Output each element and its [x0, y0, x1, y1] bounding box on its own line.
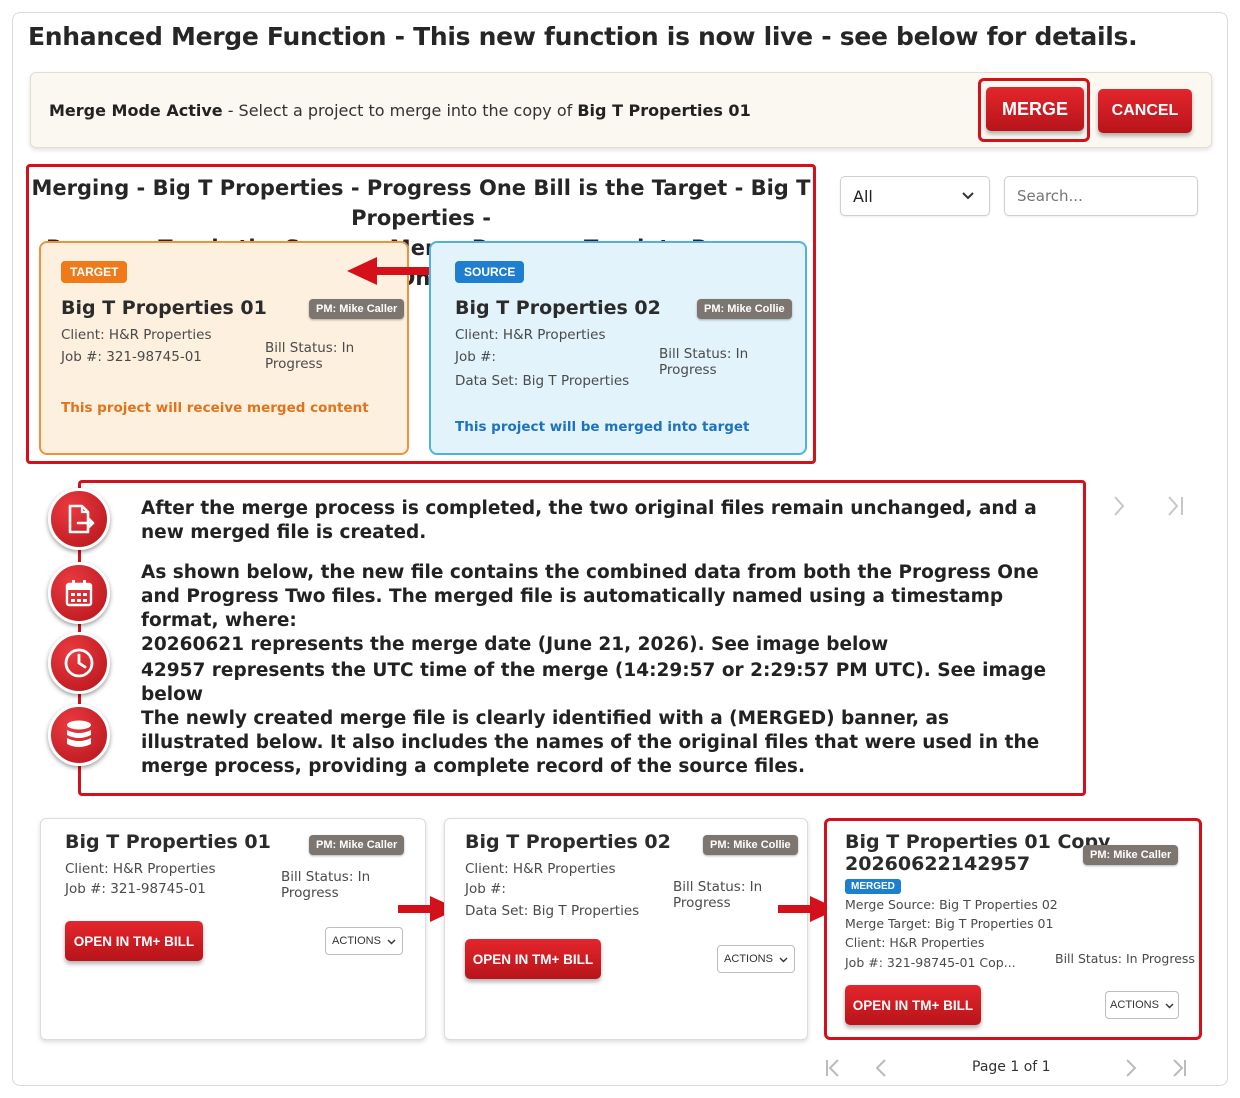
- merged-badge: MERGED: [845, 879, 901, 894]
- next-page-button[interactable]: [1124, 1058, 1138, 1082]
- project-card-2[interactable]: Big T Properties 02 PM: Mike Collie Clie…: [444, 818, 808, 1040]
- open-in-tm-bill-button[interactable]: OPEN IN TM+ BILL: [465, 939, 601, 979]
- info-date-explanation: 20260621 represents the merge date (June…: [141, 634, 889, 655]
- project-card-2-data-set: Data Set: Big T Properties: [465, 903, 640, 919]
- database-icon: [48, 704, 110, 766]
- source-data-set: Data Set: Big T Properties: [455, 373, 630, 389]
- chevron-down-icon: [779, 957, 788, 962]
- project-card-2-pm-badge: PM: Mike Collie: [703, 835, 798, 855]
- open-in-tm-bill-button[interactable]: OPEN IN TM+ BILL: [65, 921, 203, 961]
- chevron-down-icon: [387, 939, 396, 944]
- info-time-explanation: 42957 represents the UTC time of the mer…: [141, 660, 1047, 705]
- merged-pm-badge: PM: Mike Caller: [1083, 845, 1179, 865]
- page-title: Enhanced Merge Function - This new funct…: [28, 22, 1138, 51]
- merge-target: Merge Target: Big T Properties 01: [845, 916, 1054, 931]
- file-export-icon: [48, 488, 110, 550]
- filter-select-value: All: [853, 186, 873, 206]
- merging-title-line-1: Merging - Big T Properties - Progress On…: [31, 176, 811, 230]
- merge-source: Merge Source: Big T Properties 02: [845, 897, 1058, 912]
- actions-dropdown[interactable]: ACTIONS: [325, 927, 403, 955]
- calendar-icon: [48, 562, 110, 624]
- info-paragraph-4: The newly created merge file is clearly …: [141, 708, 1040, 777]
- open-in-tm-bill-button[interactable]: OPEN IN TM+ BILL: [845, 985, 981, 1025]
- project-card-1-pm-badge: PM: Mike Caller: [309, 835, 405, 855]
- target-badge: TARGET: [61, 261, 128, 283]
- target-note: This project will receive merged content: [61, 400, 369, 416]
- target-pm-badge: PM: Mike Caller: [309, 299, 405, 319]
- target-job-number: Job #: 321-98745-01: [61, 349, 202, 365]
- actions-dropdown[interactable]: ACTIONS: [1105, 991, 1179, 1019]
- actions-label: ACTIONS: [724, 953, 773, 965]
- project-card-1-name: Big T Properties 01: [65, 831, 271, 853]
- info-paragraph-2: As shown below, the new file contains th…: [141, 562, 1039, 631]
- merged-job-number: Job #: 321-98745-01 Cop...: [845, 955, 1016, 970]
- source-badge: SOURCE: [455, 261, 525, 283]
- source-job-number: Job #:: [455, 349, 496, 365]
- source-pm-badge: PM: Mike Collie: [697, 299, 792, 319]
- last-page-icon-ghost: [1166, 494, 1186, 524]
- actions-dropdown[interactable]: ACTIONS: [717, 945, 795, 973]
- target-project-name: Big T Properties 01: [61, 297, 267, 319]
- target-client: Client: H&R Properties: [61, 327, 212, 343]
- prev-page-button[interactable]: [874, 1058, 888, 1082]
- actions-label: ACTIONS: [332, 935, 381, 947]
- source-project-name: Big T Properties 02: [455, 297, 661, 319]
- merge-mode-text: Merge Mode Active - Select a project to …: [49, 101, 751, 120]
- merged-project-name: Big T Properties 01 Copy 20260622142957: [845, 831, 1110, 875]
- source-bill-status: Bill Status: In Progress: [659, 346, 749, 378]
- chevron-down-icon: [961, 185, 975, 211]
- search-input[interactable]: [1004, 176, 1198, 216]
- merged-client: Client: H&R Properties: [845, 935, 985, 950]
- project-card-2-job-number: Job #:: [465, 881, 506, 897]
- source-client: Client: H&R Properties: [455, 327, 606, 343]
- actions-label: ACTIONS: [1110, 999, 1159, 1011]
- next-page-icon-ghost: [1112, 494, 1126, 524]
- source-card[interactable]: SOURCE Big T Properties 02 PM: Mike Coll…: [429, 241, 807, 455]
- filter-select[interactable]: All: [840, 176, 990, 216]
- project-card-1[interactable]: Big T Properties 01 PM: Mike Caller Clie…: [40, 818, 426, 1040]
- project-card-2-client: Client: H&R Properties: [465, 861, 616, 877]
- merge-mode-project: Big T Properties 01: [577, 101, 751, 120]
- merged-project-timestamp: 20260622142957: [845, 853, 1031, 875]
- project-card-1-client: Client: H&R Properties: [65, 861, 216, 877]
- chevron-down-icon: [1165, 1003, 1174, 1008]
- info-paragraph-1: After the merge process is completed, th…: [141, 498, 1037, 543]
- page-indicator: Page 1 of 1: [972, 1059, 1051, 1075]
- source-note: This project will be merged into target: [455, 419, 750, 435]
- target-bill-status: Bill Status: In Progress: [265, 340, 355, 372]
- merged-bill-status: Bill Status: In Progress: [1055, 951, 1195, 966]
- last-page-button[interactable]: [1170, 1058, 1188, 1082]
- project-card-2-name: Big T Properties 02: [465, 831, 671, 853]
- merge-mode-label: Merge Mode Active: [49, 101, 223, 120]
- merge-mode-instructions: - Select a project to merge into the cop…: [222, 101, 578, 120]
- cancel-button[interactable]: CANCEL: [1098, 89, 1192, 133]
- merged-project-name-line-1: Big T Properties 01 Copy: [845, 831, 1111, 853]
- clock-icon: [48, 632, 110, 694]
- project-card-1-job-number: Job #: 321-98745-01: [65, 881, 206, 897]
- merging-panel: Merging - Big T Properties - Progress On…: [26, 164, 816, 464]
- merged-project-card[interactable]: Big T Properties 01 Copy 20260622142957 …: [824, 818, 1202, 1040]
- first-page-button[interactable]: [824, 1058, 842, 1082]
- info-panel: After the merge process is completed, th…: [78, 480, 1086, 796]
- merge-button[interactable]: MERGE: [986, 87, 1084, 131]
